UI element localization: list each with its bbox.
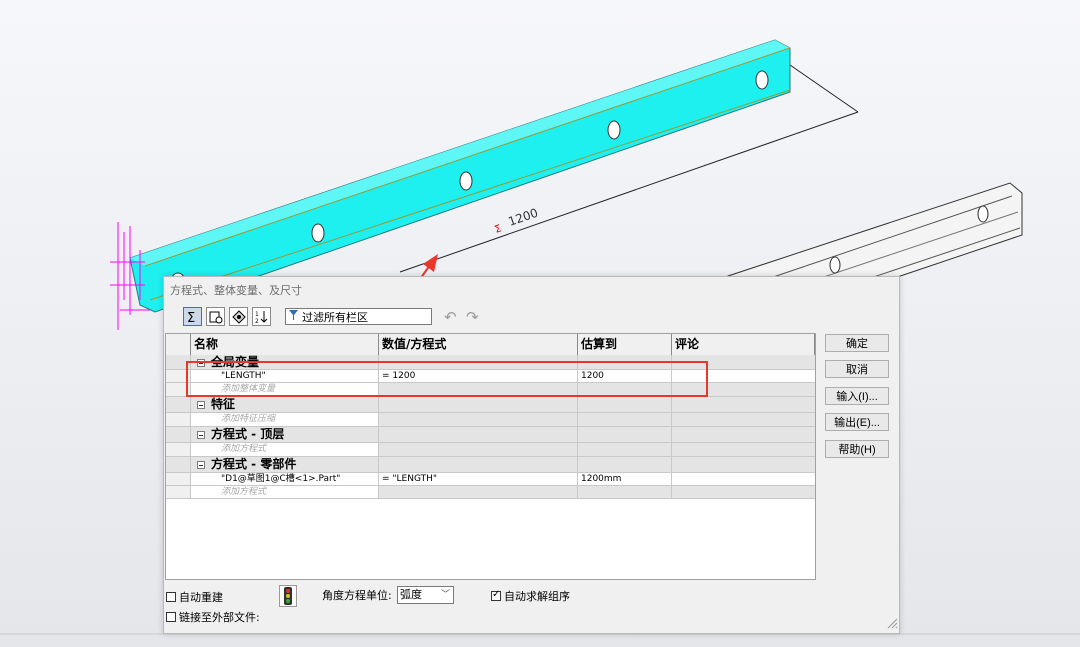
c-channel-part[interactable] [129,39,791,313]
table-row[interactable]: 添加特征压缩 [166,413,815,427]
equations-dialog: 方程式、整体变量、及尺寸 Σ 12 过滤所有栏区 ↶ ↷ 名称 数值/方程式 估… [163,276,900,634]
cancel-button[interactable]: 取消 [825,360,889,378]
svg-text:2: 2 [255,318,259,324]
import-button[interactable]: 输入(I)... [825,387,889,405]
table-row[interactable]: "D1@草图1@C槽<1>.Part" = "LENGTH" 1200mm [166,473,815,486]
cell-comment[interactable] [672,473,815,486]
auto-solve-checkbox[interactable] [491,589,501,601]
graphics-viewport[interactable]: 1200 Σ 方程式、整体变量、及尺寸 Σ 1 2 过滤所有栏区 ↶ ↷ 名称 … [0,0,1080,647]
link-external-label: 链接至外部文件: [179,611,260,624]
auto-rebuild-checkbox[interactable] [166,592,176,602]
header-value[interactable]: 数值/方程式 [379,334,578,355]
group-label: 方程式 - 零部件 [211,457,297,471]
dimension-view-icon[interactable] [229,307,248,326]
export-button[interactable]: 输出(E)... [825,413,889,431]
sketch-equation-view-icon[interactable] [206,307,225,326]
redo-icon[interactable]: ↷ [466,308,479,326]
filter-label: 过滤所有栏区 [302,310,368,324]
group-label: 方程式 - 顶层 [211,427,285,441]
ok-button[interactable]: 确定 [825,334,889,352]
group-row-features[interactable]: 特征 [166,397,815,413]
svg-text:Σ: Σ [187,311,195,324]
auto-rebuild-label: 自动重建 [179,591,223,604]
link-external-checkbox[interactable] [166,612,176,622]
link-external-option[interactable]: 链接至外部文件: [166,609,260,625]
cell-evaluates: 1200mm [578,473,672,486]
svg-text:1: 1 [255,311,259,318]
auto-solve-option[interactable]: 自动求解组序 [491,588,570,604]
grid-header: 名称 数值/方程式 估算到 评论 [166,334,815,356]
header-gutter [166,334,191,355]
group-row-equations-top-level[interactable]: 方程式 - 顶层 [166,427,815,443]
angle-unit-label: 角度方程单位: [322,589,392,602]
add-feature-suppression-cell[interactable]: 添加特征压缩 [191,413,379,427]
dimension-equation-marker: Σ [493,223,503,235]
header-name[interactable]: 名称 [191,334,379,355]
dialog-title: 方程式、整体变量、及尺寸 [170,284,302,297]
filter-funnel-icon [289,310,298,323]
chevron-down-icon: ﹀ [440,590,450,600]
header-comment[interactable]: 评论 [672,334,815,355]
equation-view-icon[interactable]: Σ [183,307,202,326]
cell-value[interactable]: = "LENGTH" [379,473,578,486]
filter-field[interactable]: 过滤所有栏区 [285,308,432,325]
header-evaluates[interactable]: 估算到 [578,334,672,355]
collapse-toggle-icon[interactable] [197,401,205,409]
add-equation-cell[interactable]: 添加方程式 [191,486,379,499]
group-row-equations-component[interactable]: 方程式 - 零部件 [166,457,815,473]
highlight-box [186,361,708,397]
help-button[interactable]: 帮助(H) [825,440,889,458]
collapse-toggle-icon[interactable] [197,461,205,469]
table-row[interactable]: 添加方程式 [166,443,815,457]
auto-solve-label: 自动求解组序 [504,590,570,603]
table-row[interactable]: 添加方程式 [166,486,815,499]
angle-unit-select[interactable]: 弧度 ﹀ [397,586,454,604]
undo-icon[interactable]: ↶ [444,308,457,326]
resize-grip-icon[interactable] [886,617,898,632]
angle-unit-value: 弧度 [400,588,422,601]
ordered-view-icon[interactable]: 12 [252,307,271,326]
group-label: 特征 [211,397,236,411]
collapse-toggle-icon[interactable] [197,431,205,439]
cell-name[interactable]: "D1@草图1@C槽<1>.Part" [191,473,379,486]
add-equation-cell[interactable]: 添加方程式 [191,443,379,457]
auto-rebuild-option[interactable]: 自动重建 [166,589,223,605]
traffic-light-icon[interactable] [279,585,297,607]
